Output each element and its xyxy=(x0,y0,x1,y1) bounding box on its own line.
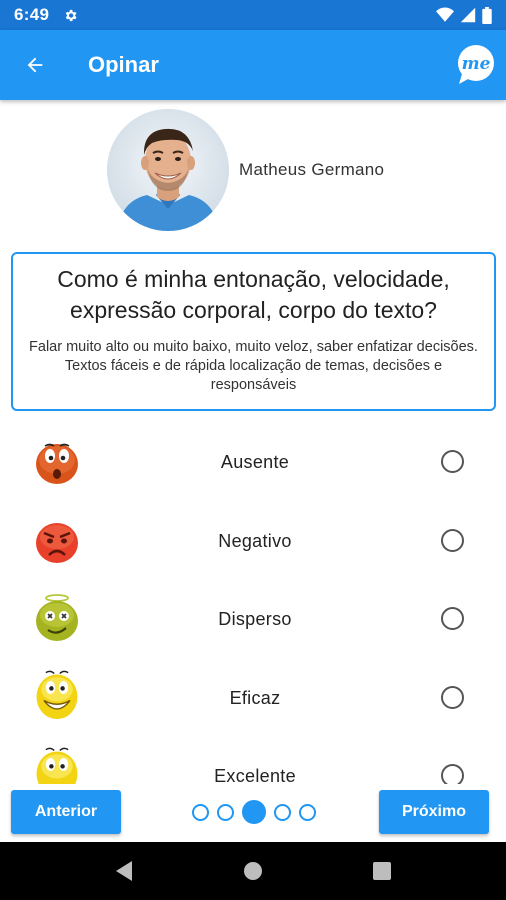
happy-emoji-icon xyxy=(36,670,78,719)
page-dot-4[interactable] xyxy=(274,803,291,821)
question-description: Falar muito alto ou muito baixo, muito v… xyxy=(29,339,478,393)
page-dot-3-active[interactable] xyxy=(242,800,266,824)
option-label: Negativo xyxy=(218,530,292,551)
square-recents-icon xyxy=(372,862,391,880)
radio-ausente[interactable] xyxy=(441,450,464,473)
option-excelente[interactable]: Excelente xyxy=(0,737,506,784)
circle-home-icon xyxy=(243,862,262,880)
question-title: Como é minha entonação, velocidade, expr… xyxy=(57,266,450,323)
page-indicator xyxy=(192,800,316,824)
signal-icon xyxy=(460,7,476,23)
angry-emoji-icon xyxy=(36,522,78,563)
radio-negativo[interactable] xyxy=(441,528,464,552)
options-list[interactable]: Ausente Negativo Disperso Eficaz Excelen… xyxy=(0,423,506,784)
option-label: Disperso xyxy=(218,609,292,629)
radio-excelente[interactable] xyxy=(441,764,464,784)
question-card: Como é minha entonação, velocidade, expr… xyxy=(11,252,496,411)
option-disperso[interactable]: Disperso xyxy=(0,580,506,659)
arrow-left-icon xyxy=(27,57,43,73)
option-eficaz[interactable]: Eficaz xyxy=(0,659,506,738)
page-title: Opinar xyxy=(88,52,159,77)
page-dot-1[interactable] xyxy=(192,803,209,821)
option-label: Excelente xyxy=(214,766,296,784)
system-home-button[interactable] xyxy=(233,851,273,891)
system-recents-button[interactable] xyxy=(362,851,402,891)
next-button[interactable]: Próximo xyxy=(379,790,489,834)
system-back-button[interactable] xyxy=(104,851,144,891)
surprised-emoji-icon xyxy=(36,443,78,484)
settings-icon xyxy=(63,7,79,23)
page-dot-5[interactable] xyxy=(299,803,316,821)
triangle-back-icon xyxy=(116,861,133,881)
option-ausente[interactable]: Ausente xyxy=(0,423,506,502)
excited-emoji-icon xyxy=(36,747,78,784)
back-button[interactable] xyxy=(14,44,56,86)
profile-name: Matheus Germano xyxy=(239,160,385,179)
app-bar: Opinar me xyxy=(0,30,506,100)
status-bar: 6:49 xyxy=(0,0,506,30)
page-dot-2[interactable] xyxy=(217,803,234,821)
radio-disperso[interactable] xyxy=(441,607,464,630)
wifi-icon xyxy=(436,7,454,22)
app-logo-text: me xyxy=(462,54,491,74)
option-label: Eficaz xyxy=(229,687,281,708)
app-logo-icon: me xyxy=(458,45,494,84)
profile-photo xyxy=(107,109,229,231)
previous-button[interactable]: Anterior xyxy=(11,790,121,834)
option-negativo[interactable]: Negativo xyxy=(0,502,506,581)
battery-icon xyxy=(482,6,492,24)
option-label: Ausente xyxy=(220,452,290,472)
radio-eficaz[interactable] xyxy=(441,685,464,709)
status-time: 6:49 xyxy=(14,5,50,24)
status-icons xyxy=(436,6,492,24)
system-nav-bar xyxy=(0,842,506,900)
dizzy-emoji-icon xyxy=(36,594,78,641)
avatar xyxy=(107,109,229,231)
